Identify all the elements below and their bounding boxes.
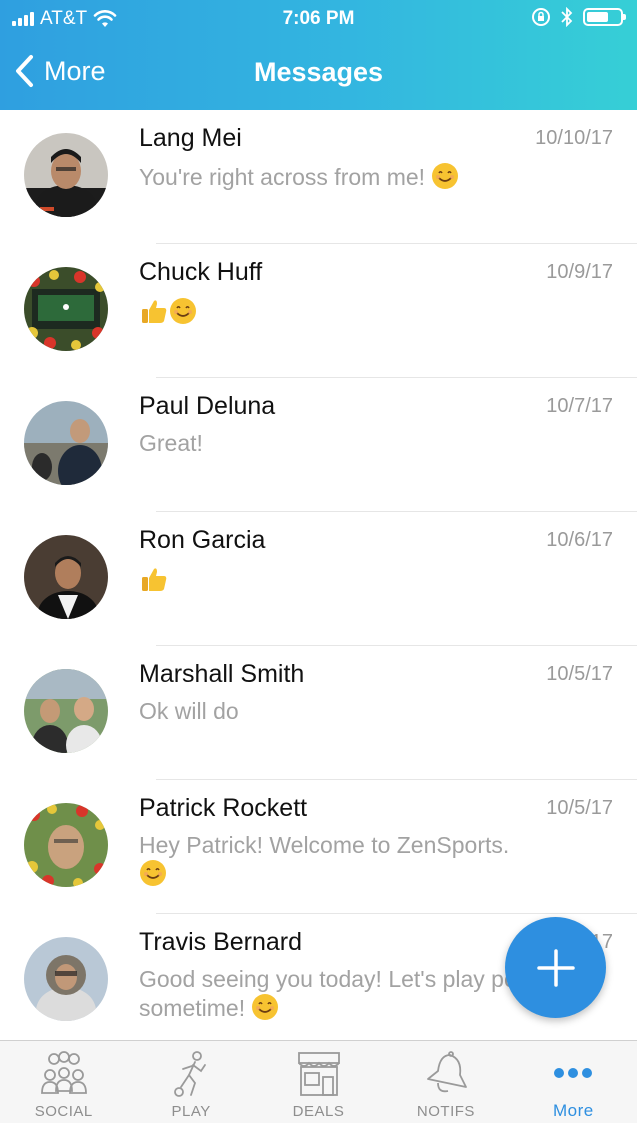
avatar <box>24 133 108 217</box>
avatar <box>24 669 108 753</box>
avatar <box>24 937 108 1021</box>
tab-play[interactable]: PLAY <box>127 1041 254 1123</box>
message-date: 10/10/17 <box>535 127 613 149</box>
contact-name: Lang Mei <box>139 124 242 152</box>
conversation-list: Lang Mei 10/10/17 You're right across fr… <box>0 110 637 1040</box>
preview-text: You're right across from me! <box>139 164 426 190</box>
status-right <box>531 7 626 27</box>
message-date: 10/5/17 <box>546 663 613 685</box>
contact-name: Patrick Rockett <box>139 794 308 822</box>
message-preview: Good seeing you today! Let's play pool s… <box>139 966 539 1022</box>
people-icon <box>40 1051 87 1094</box>
message-preview: Ok will do <box>139 698 539 725</box>
preview-text: Good seeing you today! Let's play pool s… <box>139 966 535 1021</box>
message-preview: Great! <box>139 430 539 457</box>
tab-social[interactable]: SOCIAL <box>0 1041 127 1123</box>
tab-deals[interactable]: DEALS <box>255 1041 382 1123</box>
smile-emoji-icon <box>170 298 196 324</box>
storefront-icon <box>297 1052 340 1096</box>
conversation-row[interactable]: Paul Deluna 10/7/17 Great! <box>0 378 637 512</box>
new-message-button[interactable] <box>505 917 606 1018</box>
plus-icon <box>536 948 575 987</box>
avatar <box>24 267 108 351</box>
conversation-row[interactable]: Patrick Rockett 10/5/17 Hey Patrick! Wel… <box>0 780 637 914</box>
player-icon <box>174 1051 207 1097</box>
conversation-row[interactable]: Lang Mei 10/10/17 You're right across fr… <box>0 110 637 244</box>
smile-emoji-icon <box>140 860 166 886</box>
message-date: 10/5/17 <box>546 797 613 819</box>
nav-bar: More Messages <box>0 40 637 106</box>
avatar-photo <box>24 267 108 351</box>
page-title: Messages <box>253 57 384 87</box>
conversation-row[interactable]: Ron Garcia 10/6/17 <box>0 512 637 646</box>
thumbs-up-emoji-icon <box>142 568 167 591</box>
bell-icon <box>427 1051 467 1093</box>
smile-emoji-icon <box>252 994 279 1020</box>
bluetooth-icon <box>561 7 573 27</box>
avatar <box>24 535 108 619</box>
message-preview: You're right across from me! <box>139 162 539 191</box>
conversation-row[interactable]: Marshall Smith 10/5/17 Ok will do <box>0 646 637 780</box>
tab-more[interactable]: More <box>510 1041 637 1123</box>
contact-name: Marshall Smith <box>139 660 305 688</box>
contact-name: Ron Garcia <box>139 526 266 554</box>
thumbs-up-emoji-icon <box>142 300 167 323</box>
avatar-photo <box>24 535 108 619</box>
message-preview: Hey Patrick! Welcome to ZenSports. <box>139 832 539 888</box>
preview-text: Hey Patrick! Welcome to ZenSports. <box>139 832 510 858</box>
avatar <box>24 803 108 887</box>
orientation-lock-icon <box>532 8 550 26</box>
message-date: 10/9/17 <box>546 261 613 283</box>
message-date: 10/6/17 <box>546 529 613 551</box>
tab-label: SOCIAL <box>34 1103 93 1120</box>
header: AT&T 7:06 PM More Messages <box>0 0 637 110</box>
avatar-photo <box>24 401 108 485</box>
battery-icon <box>583 8 626 26</box>
message-preview <box>139 564 539 594</box>
avatar <box>24 401 108 485</box>
tab-bar: SOCIAL PLAY DEALS NOTIFS More <box>0 1040 637 1123</box>
conversation-row[interactable]: Chuck Huff 10/9/17 <box>0 244 637 378</box>
avatar-photo <box>24 937 108 1021</box>
contact-name: Chuck Huff <box>139 258 263 286</box>
preview-text: Great! <box>139 430 203 456</box>
contact-name: Paul Deluna <box>139 392 276 420</box>
contact-name: Travis Bernard <box>139 928 303 956</box>
tab-label: PLAY <box>171 1103 211 1120</box>
preview-text: Ok will do <box>139 698 239 724</box>
tab-label: NOTIFS <box>416 1103 475 1120</box>
tab-label: DEALS <box>292 1103 345 1120</box>
message-date: 10/7/17 <box>546 395 613 417</box>
smile-emoji-icon <box>432 163 459 189</box>
tab-notifs[interactable]: NOTIFS <box>382 1041 509 1123</box>
tab-label: More <box>552 1101 594 1120</box>
avatar-photo <box>24 669 108 753</box>
more-dots-icon <box>554 1068 593 1078</box>
avatar-photo <box>24 803 108 887</box>
status-bar: AT&T 7:06 PM <box>0 0 637 38</box>
message-preview <box>139 296 539 326</box>
avatar-photo <box>24 133 108 217</box>
